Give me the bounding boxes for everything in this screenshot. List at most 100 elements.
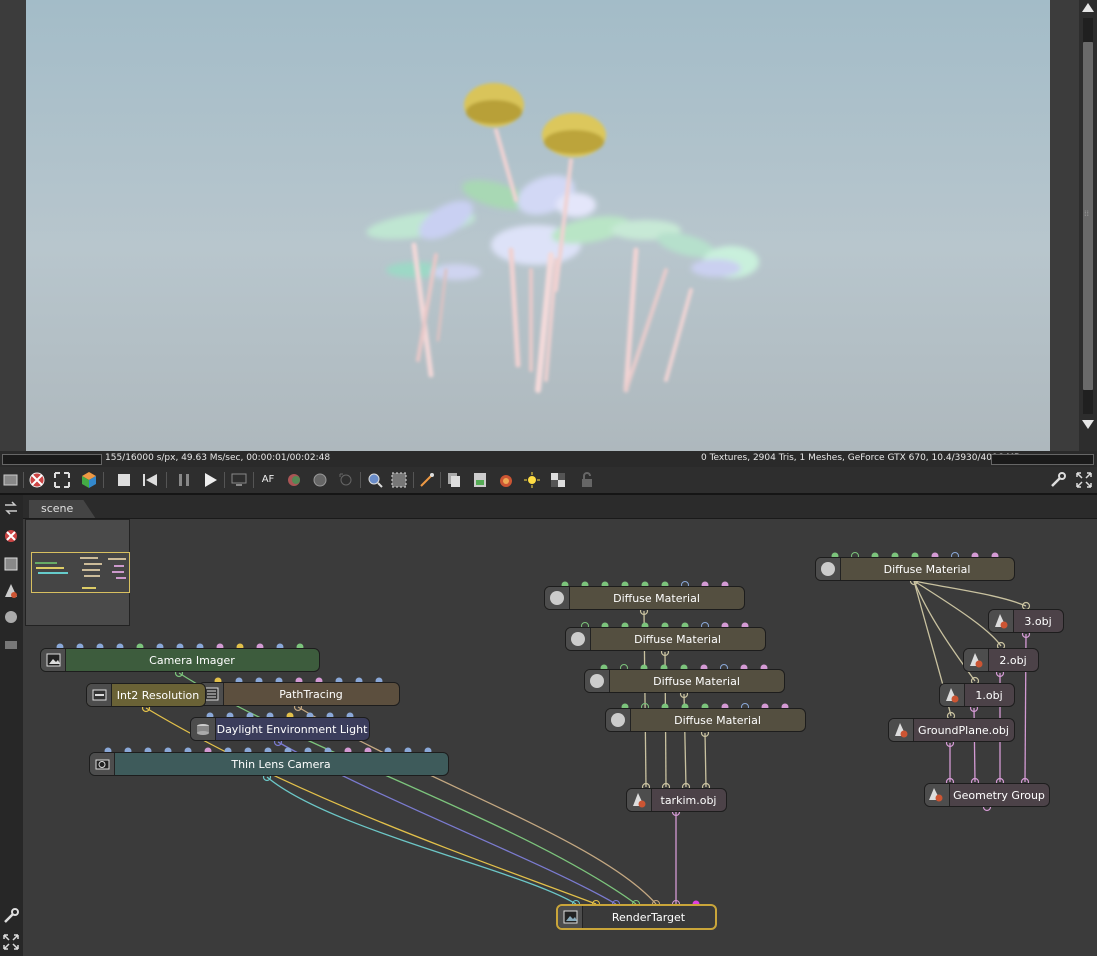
- viewport-scrollbar[interactable]: ⁞⁞: [1079, 0, 1097, 451]
- node-diffuse-material[interactable]: Diffuse Material: [544, 586, 745, 610]
- cube-icon[interactable]: [79, 470, 99, 490]
- play-icon[interactable]: [200, 470, 220, 490]
- viewport-right-margin: [1050, 0, 1079, 451]
- copy-icon[interactable]: [444, 470, 464, 490]
- node-diffuse-material[interactable]: Diffuse Material: [605, 708, 806, 732]
- af-icon[interactable]: AF: [258, 470, 278, 490]
- node-groundplane-obj[interactable]: GroundPlane.obj: [888, 718, 1015, 742]
- camera-node-icon[interactable]: [2, 635, 20, 653]
- grip-icon: ⁞⁞: [1084, 209, 1090, 218]
- node-2-obj[interactable]: 2.obj: [963, 648, 1039, 672]
- geometry-node-icon[interactable]: [2, 582, 20, 600]
- material-node-icon[interactable]: [2, 608, 20, 626]
- pause-icon[interactable]: [174, 470, 194, 490]
- mesh-icon: [940, 684, 965, 706]
- node-tarkim-obj[interactable]: tarkim.obj: [626, 788, 727, 812]
- node-thin-lens-camera[interactable]: Thin Lens Camera: [89, 752, 449, 776]
- sphere-icon[interactable]: [310, 470, 330, 490]
- toolbar-divider: [224, 472, 225, 488]
- save-render-icon[interactable]: [470, 470, 490, 490]
- mesh-icon: [889, 719, 914, 741]
- display-icon[interactable]: [229, 470, 249, 490]
- node-label: Diffuse Material: [674, 714, 761, 727]
- light-picker-icon[interactable]: [522, 470, 542, 490]
- node-label: Diffuse Material: [634, 633, 721, 646]
- toolbar-divider: [103, 472, 104, 488]
- environment-icon: [191, 718, 216, 740]
- scroll-up-icon[interactable]: [1082, 3, 1094, 12]
- fullscreen-icon[interactable]: [1074, 470, 1094, 490]
- camera-icon: [90, 753, 115, 775]
- color-icon[interactable]: [284, 470, 304, 490]
- toolbar-divider: [440, 472, 441, 488]
- toolbar-divider: [23, 472, 24, 488]
- node-diffuse-material[interactable]: Diffuse Material: [584, 669, 785, 693]
- image-icon: [41, 649, 66, 671]
- render-stats: 155/16000 s/px, 49.63 Ms/sec, 00:00:01/0…: [105, 453, 331, 463]
- node-label: Diffuse Material: [613, 592, 700, 605]
- fullscreen-icon[interactable]: [2, 933, 20, 951]
- toolbar-divider: [253, 472, 254, 488]
- memory-bar: [991, 454, 1094, 465]
- material-sphere-icon: [816, 558, 841, 580]
- fit-view-icon[interactable]: [52, 470, 72, 490]
- material-sphere-icon: [566, 628, 591, 650]
- node-label: PathTracing: [279, 688, 343, 701]
- toolbar-divider: [360, 472, 361, 488]
- mesh-icon: [627, 789, 652, 811]
- checker-icon[interactable]: [548, 470, 568, 490]
- node-diffuse-material[interactable]: Diffuse Material: [565, 627, 766, 651]
- region-icon[interactable]: [389, 470, 409, 490]
- toolbar-divider: [166, 472, 167, 488]
- render-target-icon: [558, 906, 583, 928]
- rewind-icon[interactable]: [140, 470, 160, 490]
- render-toolbar: AF: [0, 467, 1097, 495]
- reset-camera-icon[interactable]: [2, 527, 20, 545]
- node-label: Daylight Environment Light: [216, 723, 368, 736]
- node-geometry-group[interactable]: Geometry Group: [924, 783, 1050, 807]
- material-sphere-icon: [585, 670, 610, 692]
- material-sphere-icon: [545, 587, 570, 609]
- resolution-icon: [87, 684, 112, 706]
- mesh-icon: [964, 649, 989, 671]
- node-int2-resolution[interactable]: Int2 Resolution: [86, 683, 206, 707]
- node-1-obj[interactable]: 1.obj: [939, 683, 1015, 707]
- scene-stats: 0 Textures, 2904 Tris, 1 Meshes, GeForce…: [701, 453, 1021, 463]
- lock-icon[interactable]: [577, 470, 597, 490]
- render-progress-bar: [2, 454, 102, 465]
- node-label: Camera Imager: [149, 654, 235, 667]
- minimap-viewport-frame[interactable]: [31, 552, 130, 593]
- graph-tab-strip: scene: [23, 495, 1097, 519]
- geometry-group-icon: [925, 784, 950, 806]
- material-sphere-icon: [606, 709, 631, 731]
- render-viewport[interactable]: [26, 0, 1050, 451]
- wrench-icon[interactable]: [2, 907, 20, 925]
- material-picker-icon[interactable]: [496, 470, 516, 490]
- graph-minimap[interactable]: [25, 519, 130, 626]
- node-path-tracing[interactable]: PathTracing: [198, 682, 400, 706]
- status-bar: 155/16000 s/px, 49.63 Ms/sec, 00:00:01/0…: [0, 451, 1097, 467]
- image-node-icon[interactable]: [2, 555, 20, 573]
- mesh-icon: [989, 610, 1014, 632]
- node-render-target[interactable]: RenderTarget: [556, 904, 717, 930]
- reset-camera-icon[interactable]: [27, 470, 47, 490]
- node-label: Diffuse Material: [883, 563, 971, 576]
- node-camera-imager[interactable]: Camera Imager: [40, 648, 320, 672]
- tab-scene[interactable]: scene: [29, 500, 96, 518]
- node-diffuse-material[interactable]: Diffuse Material: [815, 557, 1015, 581]
- graph-tool-panel: [0, 495, 23, 956]
- stop-icon[interactable]: [114, 470, 134, 490]
- node-daylight-environment[interactable]: Daylight Environment Light: [190, 717, 370, 741]
- viewport-icon[interactable]: [1, 470, 21, 490]
- zoom-region-icon[interactable]: [365, 470, 385, 490]
- link-icon[interactable]: [2, 499, 20, 517]
- node-label: Thin Lens Camera: [231, 758, 331, 771]
- node-3-obj[interactable]: 3.obj: [988, 609, 1064, 633]
- viewport-left-margin: [0, 0, 26, 451]
- scroll-down-icon[interactable]: [1082, 420, 1094, 429]
- picker-icon[interactable]: [417, 470, 437, 490]
- focus-icon[interactable]: [336, 470, 356, 490]
- render-image: [366, 83, 759, 393]
- wrench-icon[interactable]: [1048, 470, 1068, 490]
- toolbar-divider: [413, 472, 414, 488]
